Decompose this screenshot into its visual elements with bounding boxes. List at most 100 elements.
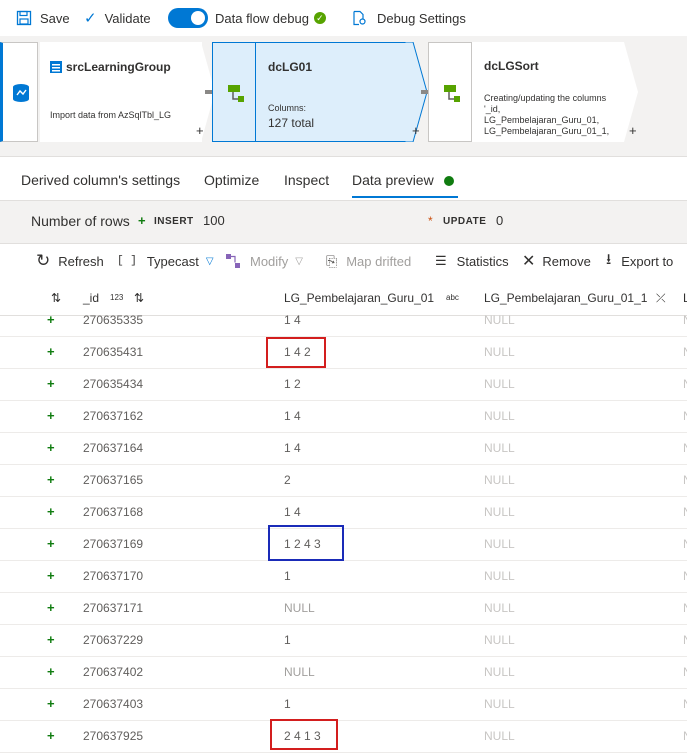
derived-column-icon xyxy=(228,85,244,102)
export-label: Export to xyxy=(621,253,674,269)
derived-node[interactable]: dcLG01 Columns: 127 total xyxy=(256,42,406,142)
cell-lg01-1: NULL xyxy=(484,505,515,519)
add-transform-button-2[interactable]: + xyxy=(412,123,420,138)
update-asterisk-icon: * xyxy=(428,214,433,228)
sort-icon-tile[interactable] xyxy=(428,42,472,142)
insert-plus-icon: + xyxy=(138,213,146,228)
cell-next: N xyxy=(683,720,687,752)
remove-button[interactable]: ✕ Remove xyxy=(522,244,591,278)
table-row[interactable]: +270637164 1 4 NULL N xyxy=(0,432,687,465)
highlight-box-blue xyxy=(268,525,344,561)
table-row[interactable]: +2706379252 4 1 3NULLN xyxy=(0,720,687,753)
map-drifted-button[interactable]: ⎘ Map drifted xyxy=(326,244,411,278)
table-row[interactable]: +270635434 1 2 NULL N xyxy=(0,368,687,401)
insert-plus-icon: + xyxy=(47,504,55,519)
tab-data-preview-label: Data preview xyxy=(352,172,434,188)
insert-plus-icon: + xyxy=(47,696,55,711)
table-row[interactable]: +2706354311 4 2NULLN xyxy=(0,336,687,369)
export-button[interactable]: ⭳ Export to xyxy=(606,244,673,278)
debug-settings-icon xyxy=(353,10,366,26)
checkmark-icon: ✓ xyxy=(84,10,97,27)
toggle-knob xyxy=(191,11,205,25)
table-row[interactable]: +270637170 1 NULL N xyxy=(0,560,687,593)
source-node-subtitle: Import data from AzSqlTbl_LG xyxy=(50,110,172,120)
source-icon-tile[interactable] xyxy=(0,42,38,142)
insert-plus-icon: + xyxy=(47,664,55,679)
success-check-icon: ✓ xyxy=(313,12,326,24)
cell-next: N xyxy=(683,688,687,720)
refresh-button[interactable]: ↻ Refresh xyxy=(36,244,104,278)
cell-id: 270637169 xyxy=(83,537,144,551)
cell-lg01-1: NULL xyxy=(484,697,515,711)
cell-id: 270637168 xyxy=(83,505,144,519)
table-row[interactable]: +270635335 1 4 NULL N xyxy=(0,304,687,337)
download-icon: ⭳ xyxy=(606,250,612,268)
sql-icon xyxy=(50,61,62,73)
cell-lg01-1: NULL xyxy=(484,409,515,423)
table-row[interactable]: +270637162 1 4 NULL N xyxy=(0,400,687,433)
derived-columns-value: 127 total xyxy=(268,116,315,130)
derived-columns-label: Columns: xyxy=(268,103,307,113)
insert-plus-icon: + xyxy=(47,376,55,391)
cell-lg01-1: NULL xyxy=(484,345,515,359)
tab-inspect[interactable]: Inspect xyxy=(284,162,329,198)
table-row[interactable]: +270637402 NULL NULL N xyxy=(0,656,687,689)
tab-data-preview[interactable]: Data preview xyxy=(352,162,458,198)
tab-derived-column-settings[interactable]: Derived column's settings xyxy=(21,162,180,198)
cell-id: 270637402 xyxy=(83,665,144,679)
typecast-label: Typecast xyxy=(146,253,199,269)
sort-desc-line-3: LG_Pembelajaran_Guru_01, xyxy=(484,115,600,125)
data-flow-debug-toggle[interactable] xyxy=(168,8,208,28)
derived-node-title: dcLG01 xyxy=(268,60,313,74)
sort-desc-line-4: LG_Pembelajaran_Guru_01_1, xyxy=(484,126,610,136)
table-row[interactable]: +270637165 2 NULL N xyxy=(0,464,687,497)
add-transform-button-3[interactable]: + xyxy=(629,123,637,138)
source-node[interactable]: srcLearningGroup Import data from AzSqlT… xyxy=(40,42,202,142)
save-label: Save xyxy=(40,10,70,26)
cell-next: N xyxy=(683,528,687,560)
sort-desc-line-1: Creating/updating the columns xyxy=(484,93,607,103)
cell-next: N xyxy=(683,464,687,496)
table-row[interactable]: +270637403 1 NULL N xyxy=(0,688,687,721)
cell-lg01: 1 4 xyxy=(284,313,301,327)
validate-button[interactable]: ✓ Validate xyxy=(84,0,151,36)
debug-settings-button[interactable]: Debug Settings xyxy=(351,0,466,36)
cell-next: N xyxy=(683,656,687,688)
table-row[interactable]: +270637171 NULL NULL N xyxy=(0,592,687,625)
update-label: UPDATE xyxy=(443,216,487,227)
save-icon xyxy=(16,10,32,26)
sort-node-title: dcLGSort xyxy=(484,59,539,73)
statistics-icon: ☰ xyxy=(435,253,447,268)
cell-lg01: 1 xyxy=(284,633,291,647)
add-transform-button[interactable]: + xyxy=(196,123,204,138)
derived-icon-tile[interactable] xyxy=(212,42,256,142)
cell-lg01: 1 xyxy=(284,569,291,583)
insert-value: 100 xyxy=(203,213,225,228)
cell-id: 270637403 xyxy=(83,697,144,711)
cell-id: 270637229 xyxy=(83,633,144,647)
cell-next: N xyxy=(683,560,687,592)
map-drifted-icon: ⎘ xyxy=(326,252,338,269)
typecast-button[interactable]: [ ] Typecast ▽ xyxy=(117,244,214,278)
rows-summary: Number of rows + INSERT 100 * UPDATE 0 xyxy=(0,200,687,244)
modify-button[interactable]: Modify ▽ xyxy=(225,244,303,278)
cell-lg01: 2 xyxy=(284,473,291,487)
tab-optimize[interactable]: Optimize xyxy=(204,162,259,198)
rows-label: Number of rows xyxy=(31,213,130,229)
table-row[interactable]: +270637229 1 NULL N xyxy=(0,624,687,657)
cell-lg01-1: NULL xyxy=(484,537,515,551)
statistics-button[interactable]: ☰ Statistics xyxy=(435,244,509,278)
insert-plus-icon: + xyxy=(47,472,55,487)
cell-lg01: 1 4 xyxy=(284,441,301,455)
cell-lg01: 1 xyxy=(284,697,291,711)
close-icon: ✕ xyxy=(522,253,536,270)
save-button[interactable]: Save xyxy=(16,0,70,36)
cell-id: 270635434 xyxy=(83,377,144,391)
modify-icon xyxy=(226,254,240,268)
data-flow-canvas[interactable]: srcLearningGroup Import data from AzSqlT… xyxy=(0,36,687,157)
modify-label: Modify xyxy=(250,253,289,269)
sort-node[interactable]: dcLGSort Creating/updating the columns '… xyxy=(472,42,622,142)
cell-next: N xyxy=(683,592,687,624)
cell-lg01-1: NULL xyxy=(484,633,515,647)
cell-id: 270635431 xyxy=(83,345,144,359)
